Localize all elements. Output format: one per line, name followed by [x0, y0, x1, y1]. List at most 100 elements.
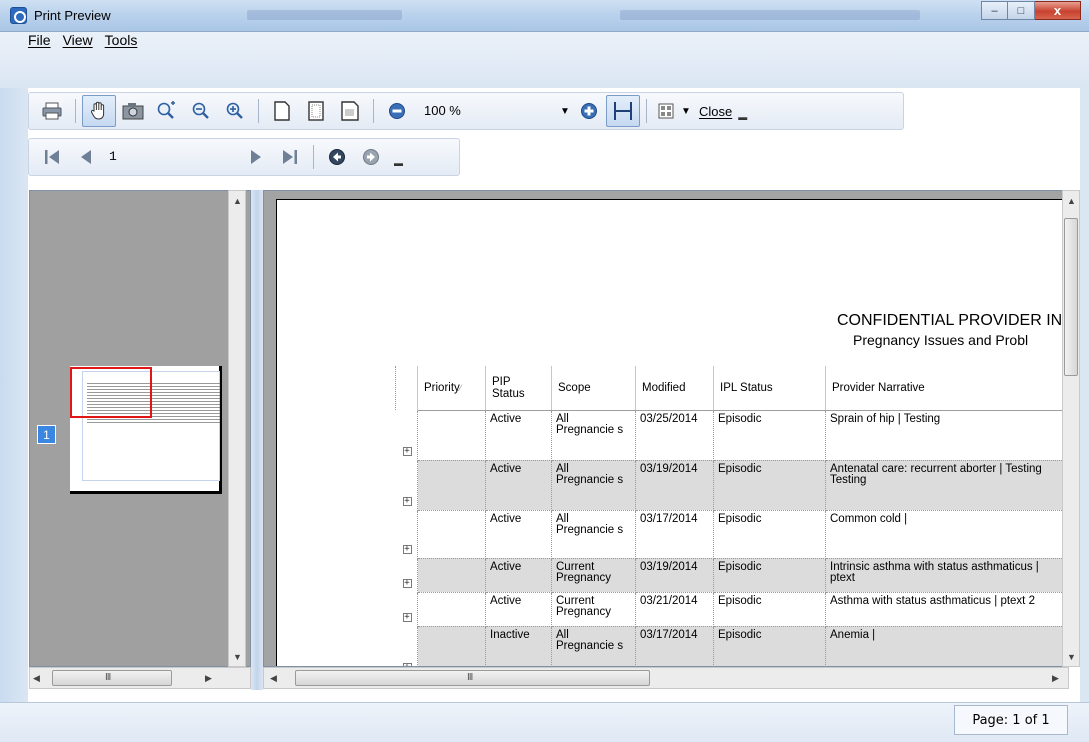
cell-scope: All Pregnancie s	[551, 460, 636, 511]
cell-pip-status: Inactive	[485, 626, 552, 666]
cell-modified: 03/21/2014	[635, 592, 714, 627]
cell-pip-status: Active	[485, 410, 552, 461]
maximize-button[interactable]: □	[1008, 1, 1035, 20]
expand-row-icon[interactable]: +	[402, 545, 412, 554]
thumbnail-vertical-scrollbar[interactable]	[228, 190, 246, 667]
menu-view[interactable]: View	[63, 32, 93, 48]
zoom-fit-icon[interactable]	[150, 95, 184, 127]
cell-pip-status: Active	[485, 510, 552, 559]
page-icon[interactable]	[265, 95, 299, 127]
expand-row-icon[interactable]: +	[402, 447, 412, 456]
scroll-right-arrow-icon[interactable]: ▶	[1052, 673, 1059, 684]
current-page-input[interactable]: 1	[103, 145, 239, 169]
expander-column-header	[395, 366, 418, 410]
table-row[interactable]: + Active Current Pregnancy 03/21/2014 Ep…	[395, 592, 1066, 627]
thumbnail-viewport-frame[interactable]	[70, 367, 152, 418]
cell-pip-status: Active	[485, 592, 552, 627]
forward-icon[interactable]	[354, 141, 388, 173]
preview-vscroll-thumb[interactable]	[1064, 218, 1078, 376]
menu-tools[interactable]: Tools	[105, 32, 138, 48]
cell-ipl-status: Episodic	[713, 592, 826, 627]
fit-width-icon[interactable]	[606, 95, 640, 127]
cell-ipl-status: Episodic	[713, 558, 826, 593]
previous-page-icon[interactable]	[69, 141, 103, 173]
zoom-combo[interactable]: 100 % ▼	[418, 99, 572, 123]
issues-table-wrap: Priority⁄ PIP Status Scope Modified IPL …	[395, 366, 1066, 666]
scroll-left-arrow-icon[interactable]: ◀	[270, 673, 277, 684]
column-header-priority[interactable]: Priority⁄	[417, 366, 486, 411]
cell-ipl-status: Episodic	[713, 460, 826, 511]
landscape-page-icon[interactable]	[333, 95, 367, 127]
chevron-down-icon[interactable]: ▼	[558, 106, 572, 117]
scroll-down-arrow-icon[interactable]: ▼	[233, 652, 242, 662]
toolbar-separator	[373, 99, 374, 123]
cell-ipl-status: Episodic	[713, 510, 826, 559]
first-page-icon[interactable]	[35, 141, 69, 173]
cell-priority	[417, 558, 486, 593]
minimize-button[interactable]: –	[981, 1, 1008, 20]
scroll-grip-icon: III	[105, 672, 111, 683]
toolbar-separator	[75, 99, 76, 123]
thumbnail-hscroll-thumb[interactable]	[52, 670, 172, 686]
page-number-badge[interactable]: 1	[37, 425, 56, 444]
zoom-in-magnifier-icon[interactable]	[218, 95, 252, 127]
status-bar	[0, 702, 1089, 742]
zoom-value[interactable]: 100 %	[418, 99, 558, 123]
camera-icon[interactable]	[116, 95, 150, 127]
table-row[interactable]: + Active Current Pregnancy 03/19/2014 Ep…	[395, 558, 1066, 593]
pane-splitter[interactable]	[251, 190, 263, 690]
cell-provider-narrative: Sprain of hip | Testing	[825, 410, 1066, 461]
toolbar-overflow-grip[interactable]: ▬	[394, 158, 403, 168]
scroll-left-arrow-icon[interactable]: ◀	[33, 673, 40, 684]
cell-ipl-status: Episodic	[713, 626, 826, 666]
background-window-ghost	[247, 10, 402, 20]
printer-icon[interactable]	[35, 95, 69, 127]
next-page-icon[interactable]	[239, 141, 273, 173]
zoom-out-icon[interactable]	[380, 95, 414, 127]
toolbar-separator	[313, 145, 314, 169]
page-info-status: Page: 1 of 1	[954, 705, 1068, 735]
cell-modified: 03/19/2014	[635, 460, 714, 511]
column-header-pip-status[interactable]: PIP Status	[485, 366, 552, 411]
row-expander-cell: +	[395, 592, 418, 626]
cell-scope: Current Pregnancy	[551, 558, 636, 593]
scroll-up-arrow-icon[interactable]: ▲	[1067, 196, 1076, 206]
multi-page-icon[interactable]	[653, 95, 679, 127]
cell-provider-narrative: Asthma with status asthmaticus | ptext 2	[825, 592, 1066, 627]
scroll-up-arrow-icon[interactable]: ▲	[233, 196, 242, 206]
close-window-button[interactable]: x	[1035, 1, 1081, 20]
expand-row-icon[interactable]: +	[402, 579, 412, 588]
table-header-row: Priority⁄ PIP Status Scope Modified IPL …	[395, 366, 1066, 411]
cell-provider-narrative: Anemia |	[825, 626, 1066, 666]
close-preview-button[interactable]: Close	[699, 104, 732, 119]
close-preview-label: Close	[699, 103, 733, 119]
page-margins-icon[interactable]	[299, 95, 333, 127]
table-row[interactable]: + Active All Pregnancie s 03/25/2014 Epi…	[395, 410, 1066, 461]
column-label: Priority	[424, 381, 460, 394]
chevron-down-icon[interactable]: ▼	[679, 106, 693, 117]
table-row[interactable]: + Active All Pregnancie s 03/19/2014 Epi…	[395, 460, 1066, 511]
last-page-icon[interactable]	[273, 141, 307, 173]
preview-hscroll-thumb[interactable]	[295, 670, 650, 686]
scroll-down-arrow-icon[interactable]: ▼	[1067, 652, 1076, 662]
column-header-scope[interactable]: Scope	[551, 366, 636, 411]
menu-file[interactable]: File	[28, 32, 51, 48]
scroll-right-arrow-icon[interactable]: ▶	[205, 673, 212, 684]
hand-icon[interactable]	[82, 95, 116, 127]
zoom-in-icon[interactable]	[572, 95, 606, 127]
navigation-toolbar: 1 ▬	[28, 138, 460, 176]
zoom-out-magnifier-icon[interactable]	[184, 95, 218, 127]
window-title: Print Preview	[34, 8, 111, 23]
expand-row-icon[interactable]: +	[402, 613, 412, 622]
column-header-provider-narrative[interactable]: Provider Narrative	[825, 366, 1066, 411]
table-row[interactable]: + Inactive All Pregnancie s 03/17/2014 E…	[395, 626, 1066, 666]
back-icon[interactable]	[320, 141, 354, 173]
column-header-ipl-status[interactable]: IPL Status	[713, 366, 826, 411]
toolbar-overflow-grip[interactable]: ▬	[738, 112, 747, 122]
document-page: CONFIDENTIAL PROVIDER INFOF Pregnancy Is…	[276, 199, 1068, 666]
table-row[interactable]: + Active All Pregnancie s 03/17/2014 Epi…	[395, 510, 1066, 559]
cell-priority	[417, 510, 486, 559]
row-expander-cell: +	[395, 460, 418, 510]
column-header-modified[interactable]: Modified	[635, 366, 714, 411]
expand-row-icon[interactable]: +	[402, 497, 412, 506]
